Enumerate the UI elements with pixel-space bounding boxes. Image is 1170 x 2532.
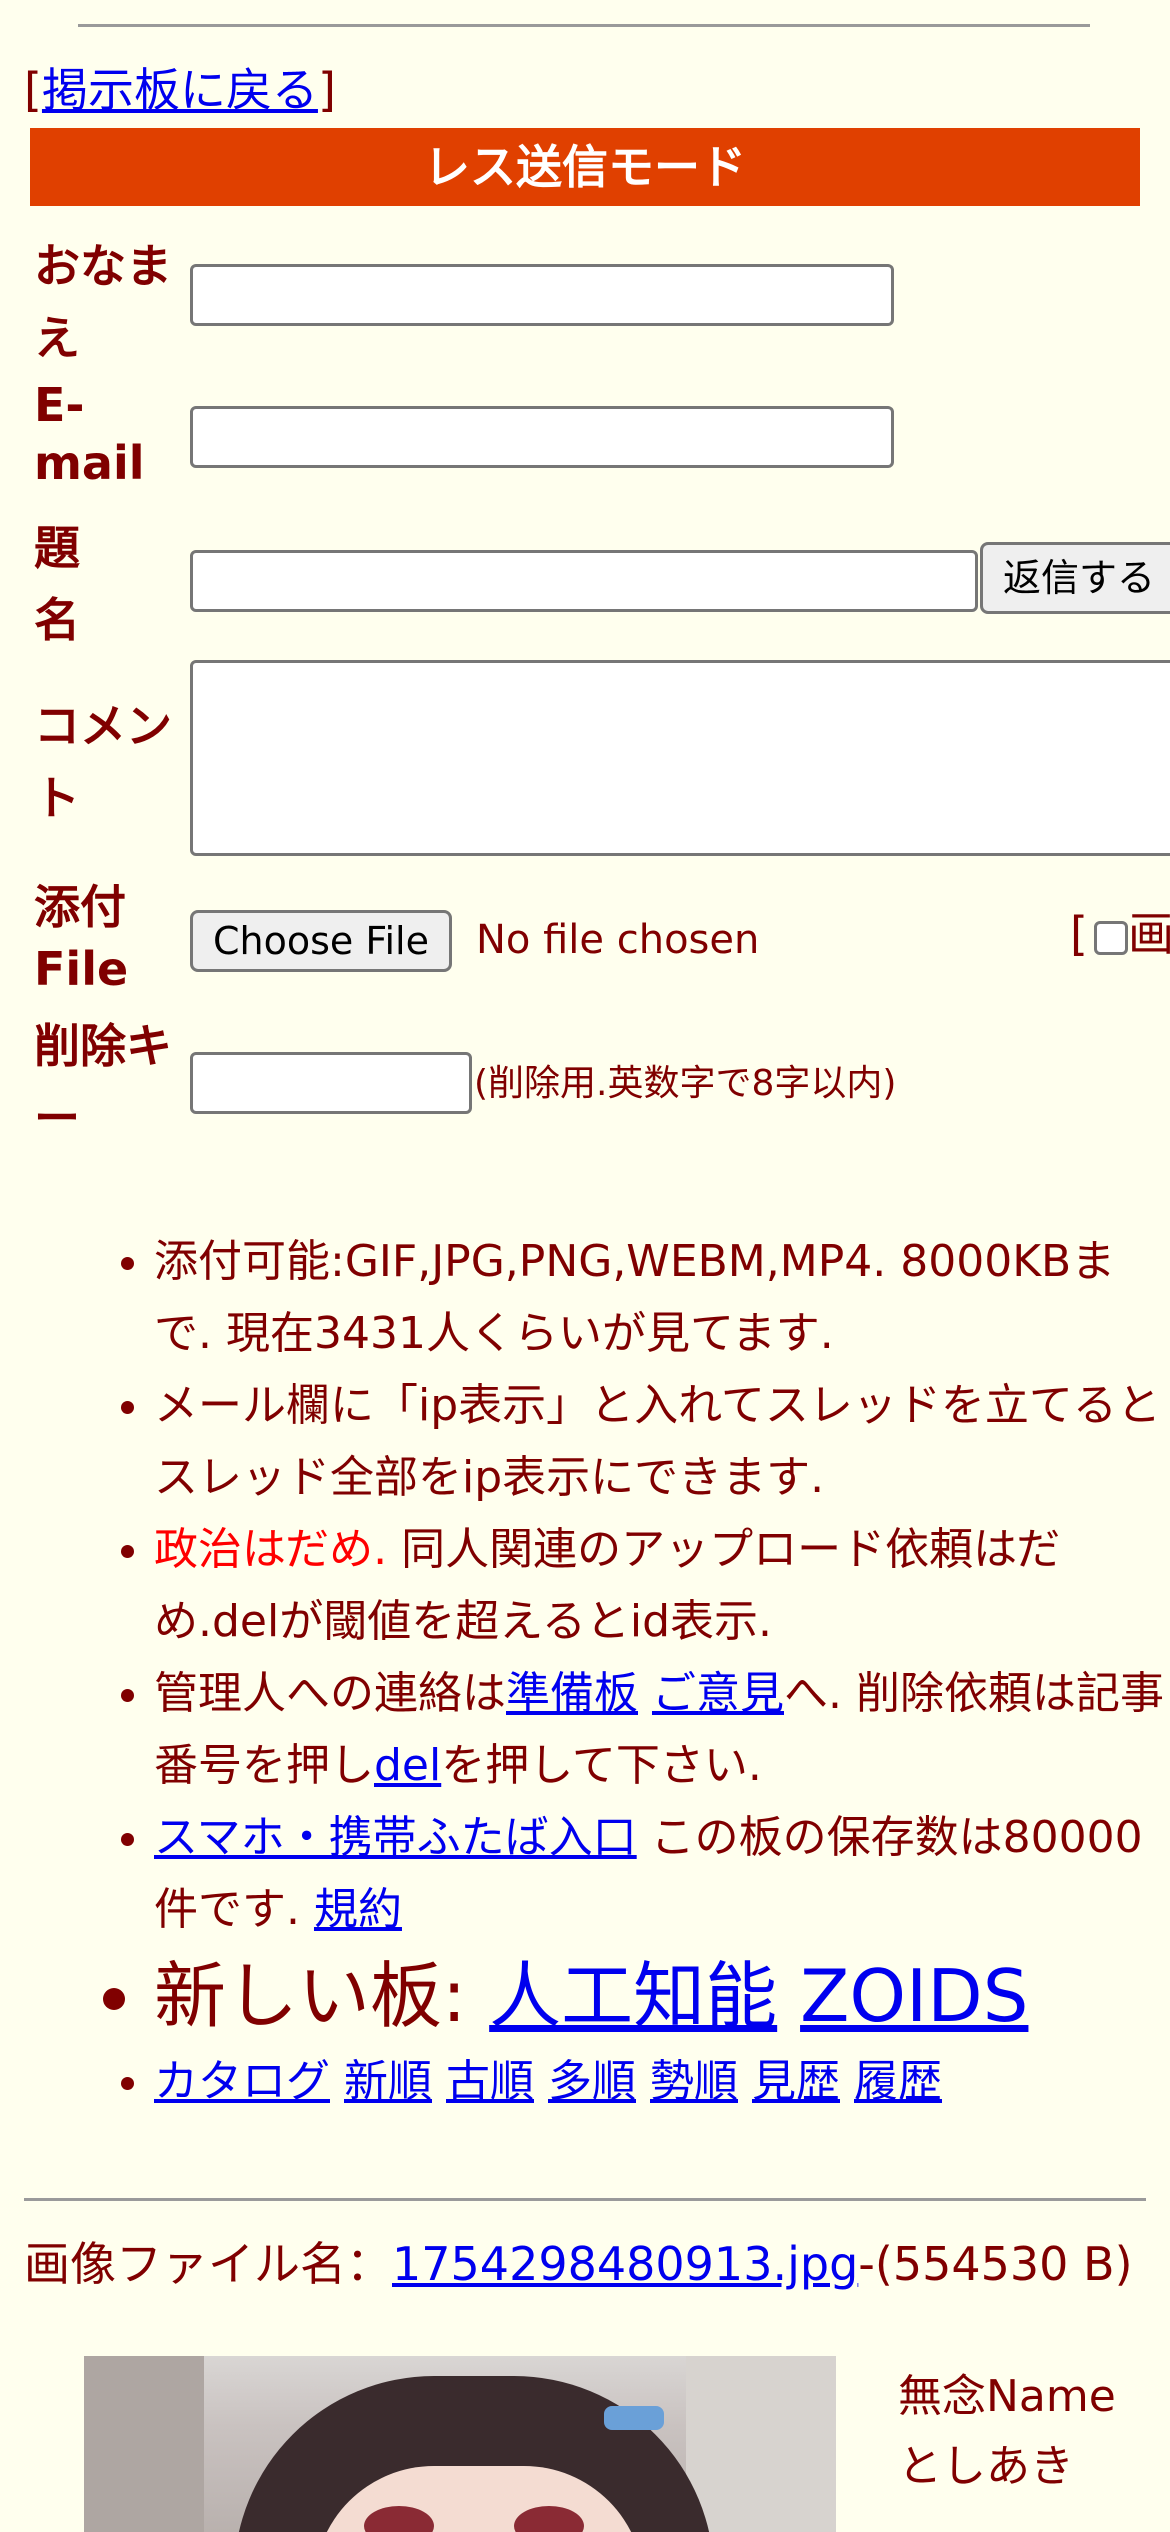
file-name-label: 画像ファイル名：: [24, 2237, 392, 2291]
poster-name-label: 無念Name: [898, 2371, 1116, 2422]
back-nav: [掲示板に戻る]: [24, 60, 336, 120]
new-boards: 新しい板: 人工知能 ZOIDS: [154, 1946, 1164, 2046]
bottom-divider: [24, 2198, 1146, 2201]
rule-attachments: 添付可能:GIF,JPG,PNG,WEBM,MP4. 8000KBまで. 現在3…: [154, 1226, 1164, 1370]
no-file-text: No file chosen: [476, 917, 760, 963]
file-label: 添付File: [34, 880, 129, 996]
reply-submit-button[interactable]: 返信する: [980, 542, 1170, 614]
sort-links: カタログ 新順 古順 多順 勢順 見歴 履歴: [154, 2046, 1164, 2118]
rule-ip-display: メール欄に「ip表示」と入れてスレッドを立てるとスレッド全部をip表示にできます…: [154, 1370, 1164, 1514]
new-boards-label: 新しい板:: [154, 1954, 490, 2038]
sort-newest-link[interactable]: 新順: [344, 2056, 432, 2107]
poster-name: としあき: [898, 2441, 1074, 2492]
sort-momentum-link[interactable]: 勢順: [650, 2056, 738, 2107]
image-option: [画: [1070, 906, 1170, 962]
image-option-label: 画: [1127, 907, 1170, 961]
board-rules-list: 添付可能:GIF,JPG,PNG,WEBM,MP4. 8000KBまで. 現在3…: [0, 1226, 1164, 2118]
choose-file-button[interactable]: Choose File: [190, 910, 452, 972]
post-history-link[interactable]: 履歴: [854, 2056, 942, 2107]
rule-contact-end: を押して下さい.: [441, 1740, 762, 1791]
comment-label: コメント: [34, 699, 172, 825]
name-label: おなまえ: [34, 239, 172, 365]
rule-politics-warning: 政治はだめ.: [154, 1524, 388, 1575]
rule-contact-text: 管理人への連絡は: [154, 1668, 506, 1719]
reply-mode-header: レス送信モード: [30, 128, 1140, 206]
back-bracket-open: [: [24, 63, 42, 117]
back-bracket-close: ]: [317, 63, 336, 117]
subject-label: 題名: [34, 521, 80, 647]
poster-info: 無念Name としあき: [898, 2362, 1116, 2502]
delete-key-note: (削除用.英数字で8字以内): [474, 1063, 897, 1104]
image-option-checkbox[interactable]: [1093, 920, 1128, 955]
post-image-thumbnail[interactable]: [84, 2356, 836, 2532]
sort-oldest-link[interactable]: 古順: [446, 2056, 534, 2107]
zoids-board-link[interactable]: ZOIDS: [800, 1954, 1028, 2038]
sort-most-link[interactable]: 多順: [548, 2056, 636, 2107]
del-link[interactable]: del: [374, 1740, 441, 1791]
view-history-link[interactable]: 見歴: [752, 2056, 840, 2107]
rule-contact: 管理人への連絡は準備板 ご意見へ. 削除依頼は記事番号を押しdelを押して下さい…: [154, 1658, 1164, 1802]
back-to-board-link[interactable]: 掲示板に戻る: [42, 63, 318, 117]
top-divider: [78, 24, 1090, 27]
mobile-entry-link[interactable]: スマホ・携帯ふたば入口: [154, 1812, 637, 1863]
name-input[interactable]: [190, 264, 894, 326]
image-file-link[interactable]: 1754298480913.jpg: [392, 2237, 858, 2291]
subject-input[interactable]: [190, 550, 978, 612]
image-file-info: 画像ファイル名：1754298480913.jpg-(554530 B): [24, 2234, 1154, 2294]
file-size: -(554530 B): [858, 2237, 1133, 2291]
ai-board-link[interactable]: 人工知能: [489, 1954, 777, 2038]
catalog-link[interactable]: カタログ: [154, 2056, 330, 2107]
image-option-bracket: [: [1070, 907, 1088, 961]
comment-textarea[interactable]: [190, 660, 1170, 856]
delete-key-label: 削除キー: [34, 1019, 172, 1145]
rule-mobile: スマホ・携帯ふたば入口 この板の保存数は80000件です. 規約: [154, 1802, 1164, 1946]
delete-key-input[interactable]: [190, 1052, 472, 1114]
email-label: E-mail: [34, 378, 145, 490]
feedback-link[interactable]: ご意見: [652, 1668, 784, 1719]
prep-board-link[interactable]: 準備板: [506, 1668, 638, 1719]
rule-politics: 政治はだめ. 同人関連のアップロード依頼はだめ.delが閾値を超えるとid表示.: [154, 1514, 1164, 1658]
email-input[interactable]: [190, 406, 894, 468]
rule-ip-display-text: メール欄に「ip表示」と入れてスレッドを立てるとスレッド全部をip表示にできます…: [154, 1380, 1161, 1503]
rule-attachments-text: 添付可能:GIF,JPG,PNG,WEBM,MP4. 8000KBまで. 現在3…: [154, 1236, 1116, 1359]
terms-link[interactable]: 規約: [314, 1884, 402, 1935]
